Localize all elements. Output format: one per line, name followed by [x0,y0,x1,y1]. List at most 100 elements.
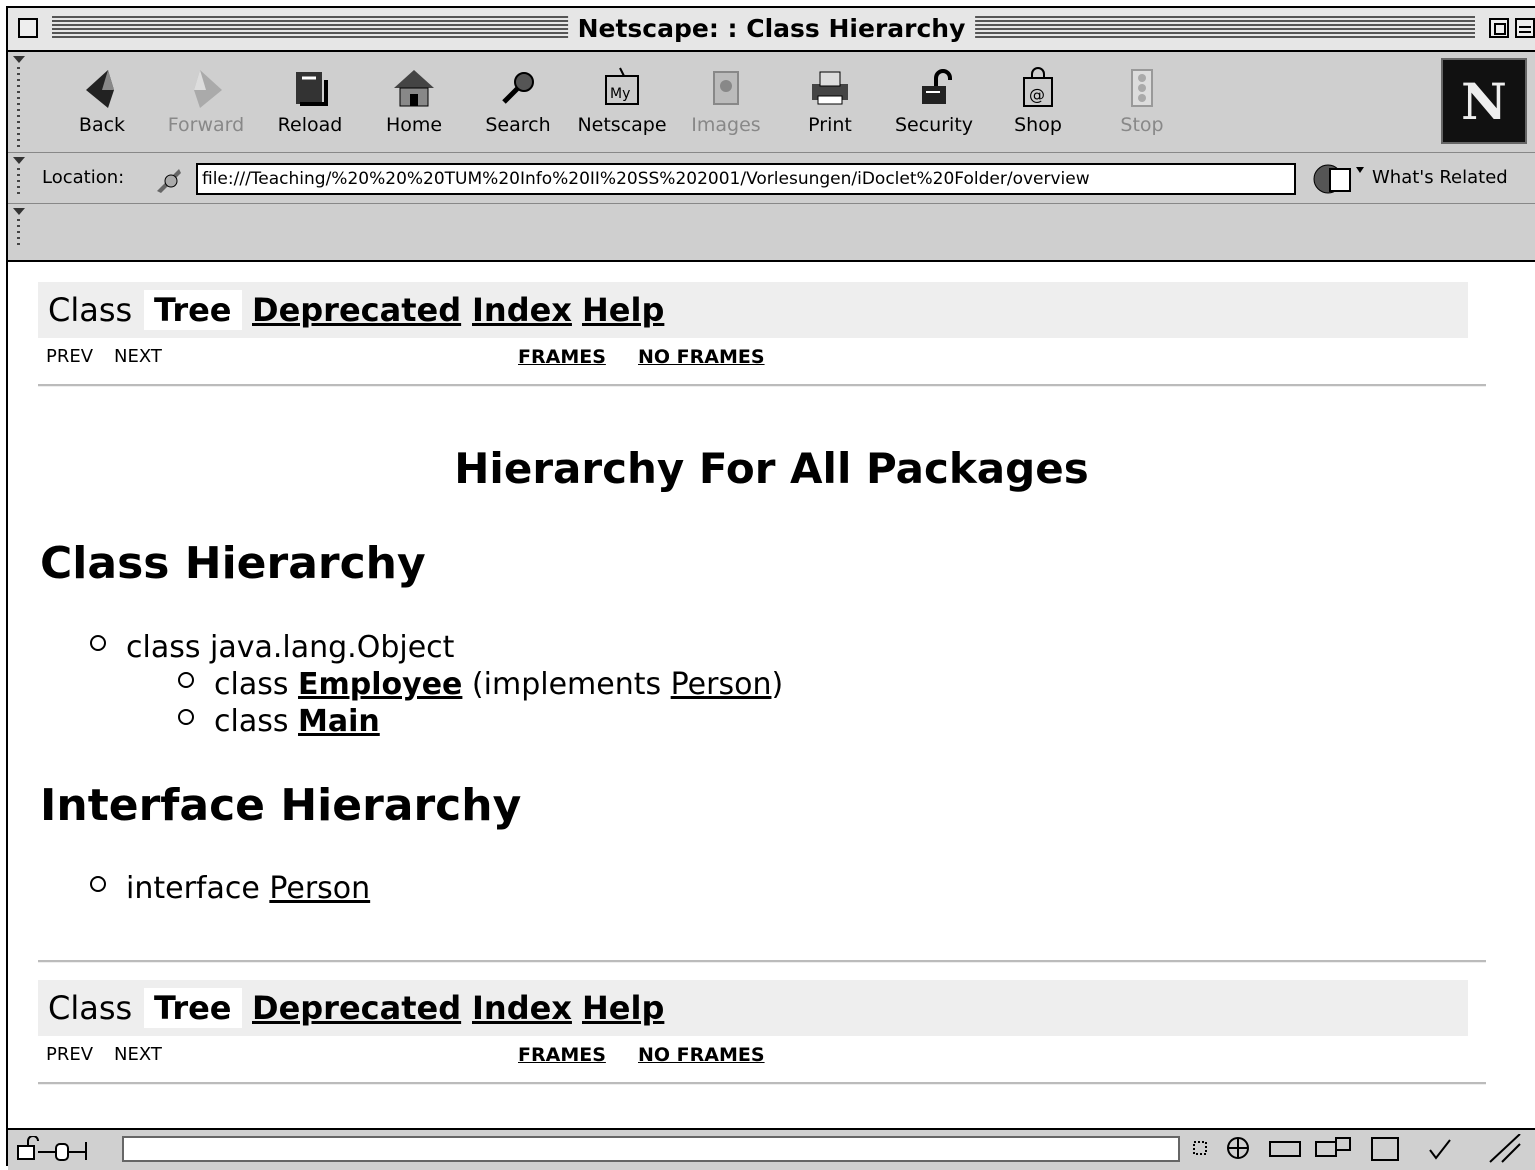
title-bar[interactable]: Netscape: : Class Hierarchy [8,8,1535,52]
personal-toolbar-grip[interactable] [10,204,32,249]
print-button[interactable]: Print [785,64,875,150]
window-title: Netscape: : Class Hierarchy [567,12,976,46]
next-label: NEXT [114,1044,162,1065]
zoom-box[interactable] [1489,18,1509,38]
divider [38,384,1486,387]
page-proxy-icon[interactable] [151,163,185,201]
person-interface-link[interactable]: Person [269,871,370,906]
bullet-icon [90,634,106,651]
item-prefix: interface [126,871,270,906]
location-toolbar-grip[interactable] [10,153,32,198]
my-netscape-button[interactable]: My Netscape [577,64,667,150]
top-navbar: Class Tree Deprecated Index Help [38,282,1468,338]
netscape-logo[interactable]: N [1441,58,1527,144]
reload-icon [265,64,355,112]
page-content: Class Tree Deprecated Index Help PREV NE… [8,262,1535,1126]
close-box[interactable] [18,18,38,38]
list-item: class java.lang.Object [90,630,454,665]
location-toolbar: Location: file:///Teaching/%20%20%20TUM%… [8,153,1535,204]
implements-text: (implements [462,667,671,702]
nav-deprecated-link[interactable]: Deprecated [252,290,461,330]
bullet-icon [178,671,194,688]
nav-class: Class [48,291,133,329]
reload-label: Reload [277,114,343,136]
back-label: Back [78,114,126,136]
browser-window: Netscape: : Class Hierarchy Back Forward… [6,6,1535,1170]
reload-button[interactable]: Reload [265,64,355,150]
images-icon [681,64,771,112]
security-lock-icon[interactable] [16,1135,116,1166]
shop-label: Shop [1014,114,1062,136]
frames-link[interactable]: FRAMES [518,1044,606,1066]
stop-label: Stop [1120,114,1164,136]
no-frames-link[interactable]: NO FRAMES [638,1044,765,1066]
print-label: Print [808,114,852,136]
toolbar-grip[interactable] [10,52,32,147]
prev-label: PREV [46,346,94,367]
security-button[interactable]: Security [889,64,979,150]
search-label: Search [485,114,551,136]
search-icon [473,64,563,112]
bullet-icon [90,875,106,892]
divider [38,1082,1486,1085]
netscape-logo-letter: N [1461,72,1507,131]
main-link[interactable]: Main [298,704,380,739]
print-icon [785,64,875,112]
security-label: Security [894,114,974,136]
stop-icon [1097,64,1187,112]
next-label: NEXT [114,346,162,367]
security-icon [889,64,979,112]
nav-index-link[interactable]: Index [472,988,572,1028]
bottom-navbar: Class Tree Deprecated Index Help [38,980,1468,1036]
personal-toolbar [8,204,1535,258]
nav-index-link[interactable]: Index [472,290,572,330]
list-item: class Main [178,704,380,739]
nav-deprecated-link[interactable]: Deprecated [252,988,461,1028]
svg-text:@: @ [1029,85,1045,104]
home-label: Home [385,114,443,136]
status-bar [8,1128,1535,1170]
whats-related-icon[interactable] [1310,161,1366,201]
svg-text:My: My [610,86,630,102]
divider [38,960,1486,963]
shop-icon: @ [993,64,1083,112]
my-netscape-icon: My [577,64,667,112]
forward-label: Forward [167,114,245,136]
page-title: Hierarchy For All Packages [454,444,1089,493]
collapse-box[interactable] [1515,18,1535,38]
nav-help-link[interactable]: Help [582,988,664,1028]
component-bar [1190,1133,1530,1169]
forward-icon [161,64,251,112]
images-button[interactable]: Images [681,64,771,150]
employee-link[interactable]: Employee [298,667,462,702]
back-icon [57,64,147,112]
item-prefix: class [126,630,211,665]
toolbar-area: Back Forward Reload Home Search My Netsc… [8,52,1535,262]
nav-tree: Tree [144,290,242,330]
location-field[interactable]: file:///Teaching/%20%20%20TUM%20Info%20I… [196,163,1296,195]
prev-label: PREV [46,1044,94,1065]
nav-help-link[interactable]: Help [582,290,664,330]
location-label: Location: [42,167,125,188]
status-text-field [122,1136,1180,1162]
close-paren: ) [771,667,784,702]
item-prefix: class [214,667,299,702]
shop-button[interactable]: @ Shop [993,64,1083,150]
images-label: Images [691,114,761,136]
stop-button[interactable]: Stop [1097,64,1187,150]
home-button[interactable]: Home [369,64,459,150]
person-link[interactable]: Person [671,667,772,702]
search-button[interactable]: Search [473,64,563,150]
interface-hierarchy-heading: Interface Hierarchy [40,780,522,831]
back-button[interactable]: Back [57,64,147,150]
nav-tree: Tree [144,988,242,1028]
whats-related-label[interactable]: What's Related [1372,167,1508,188]
list-item: interface Person [90,871,370,906]
forward-button[interactable]: Forward [161,64,251,150]
nav-class: Class [48,989,133,1027]
no-frames-link[interactable]: NO FRAMES [638,346,765,368]
item-name: java.lang.Object [210,630,455,665]
item-prefix: class [214,704,299,739]
navigation-toolbar: Back Forward Reload Home Search My Netsc… [8,52,1535,153]
frames-link[interactable]: FRAMES [518,346,606,368]
